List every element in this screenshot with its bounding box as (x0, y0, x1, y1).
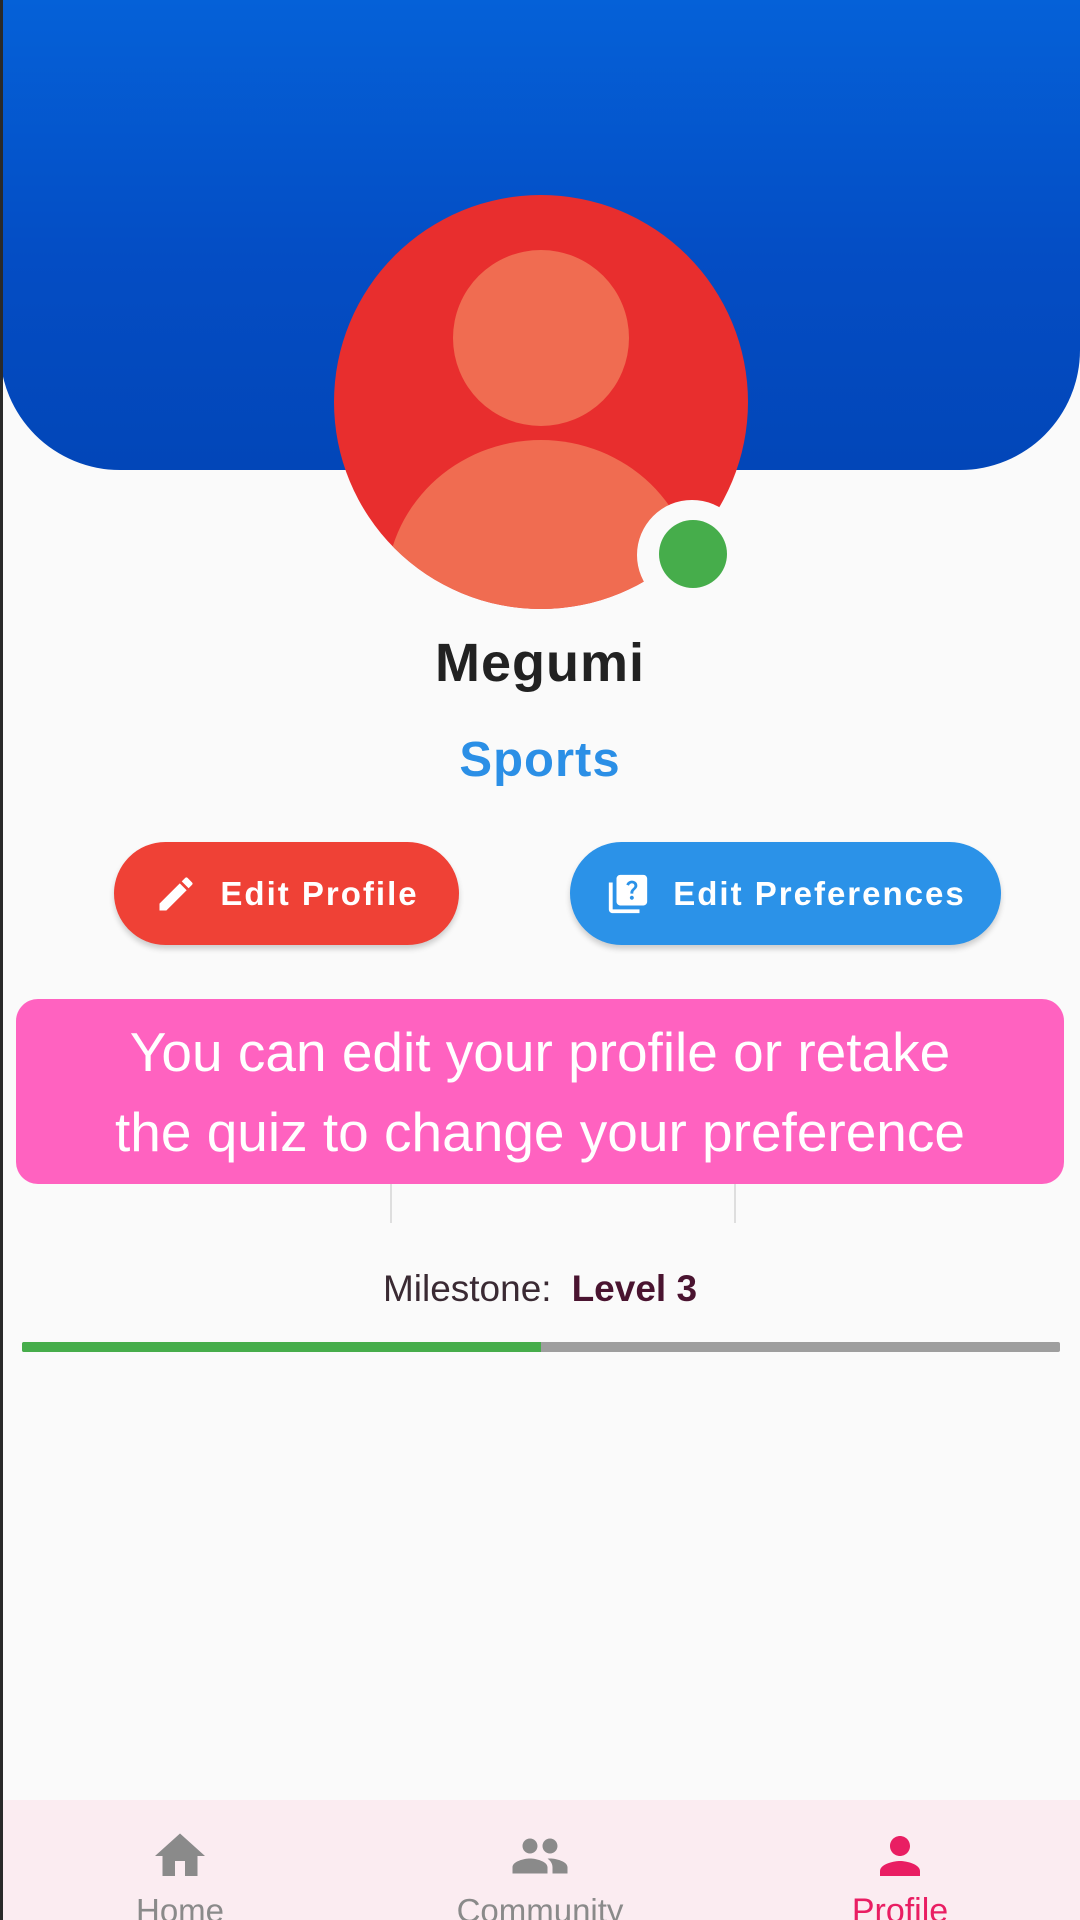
online-status-indicator (659, 520, 727, 588)
nav-label-home: Home (135, 1892, 225, 1920)
nav-label-profile: Profile (851, 1892, 949, 1920)
edit-preferences-button[interactable]: Edit Preferences (570, 842, 1001, 945)
window-edge (0, 0, 3, 1920)
home-icon (150, 1826, 210, 1886)
bottom-navigation: Home Community Profile (0, 1800, 1080, 1920)
tooltip-line-2: the quiz to change your preference (114, 1100, 965, 1163)
nav-item-home[interactable]: Home (0, 1800, 360, 1920)
community-icon (510, 1826, 570, 1886)
onboarding-tooltip[interactable]: You can edit your profile or retake the … (16, 999, 1064, 1184)
milestone-label: Milestone: (382, 1268, 552, 1309)
nav-item-community[interactable]: Community (360, 1800, 720, 1920)
milestone-progress-bar (22, 1342, 1060, 1352)
milestone-level: Level 3 (571, 1268, 698, 1309)
edit-preferences-label: Edit Preferences (673, 874, 966, 912)
milestone-progress-fill (22, 1342, 541, 1352)
person-icon (870, 1826, 930, 1886)
edit-profile-label: Edit Profile (220, 874, 419, 912)
pencil-icon (154, 872, 198, 916)
edit-profile-button[interactable]: Edit Profile (114, 842, 459, 945)
profile-category: Sports (459, 733, 621, 787)
nav-label-community: Community (456, 1892, 624, 1920)
quiz-icon (605, 871, 651, 917)
profile-name: Megumi (434, 633, 645, 693)
nav-item-profile[interactable]: Profile (720, 1800, 1080, 1920)
milestone-row: Milestone: Level 3 (0, 1268, 1080, 1310)
avatar-head-shape (453, 250, 629, 426)
tooltip-line-1: You can edit your profile or retake (129, 1020, 951, 1083)
